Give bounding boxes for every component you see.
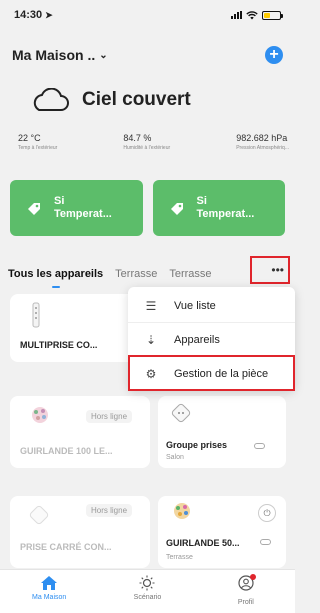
device-name: PRISE CARRÉ CON... xyxy=(20,542,112,552)
tab-terrasse[interactable]: Terrasse xyxy=(115,268,157,280)
sun-icon xyxy=(139,575,155,591)
plug-icon xyxy=(171,403,191,423)
stat-value: 84.7 % xyxy=(123,133,152,143)
cloud-icon xyxy=(33,88,69,111)
stat-pressure: 982.682 hPa Pression Atmosphériq... xyxy=(236,133,289,151)
device-card-guirlande-50[interactable]: ⏻ GUIRLANDE 50... Terrasse xyxy=(158,496,286,568)
device-room: Salon xyxy=(166,454,184,461)
group-icon xyxy=(254,443,265,449)
power-strip-icon xyxy=(32,302,40,328)
home-title: Ma Maison .. xyxy=(12,47,96,63)
battery-icon xyxy=(262,10,283,20)
device-card-groupe-prises[interactable]: Groupe prises Salon xyxy=(158,396,286,468)
nav-profile[interactable]: Profil xyxy=(197,570,295,613)
tab-all-devices[interactable]: Tous les appareils xyxy=(8,268,103,288)
room-tabs: Tous les appareils Terrasse Terrasse xyxy=(8,264,289,288)
group-icon xyxy=(260,539,271,545)
garland-icon xyxy=(32,407,48,423)
nav-home[interactable]: Ma Maison xyxy=(0,570,98,613)
stat-label: Temp à l'extérieur xyxy=(18,145,58,151)
nav-label: Profil xyxy=(237,599,254,606)
scene-line1: Si xyxy=(54,195,65,207)
bottom-nav: Ma Maison Scénario Profil xyxy=(0,569,295,613)
device-name: GUIRLANDE 100 LE... xyxy=(20,446,113,456)
device-card-prise-offline[interactable]: Hors ligne PRISE CARRÉ CON... xyxy=(10,496,150,568)
stat-temperature: 22 °C Temp à l'extérieur xyxy=(18,133,57,151)
offline-badge: Hors ligne xyxy=(86,410,133,423)
list-icon: ☰ xyxy=(145,298,157,313)
highlight-box xyxy=(128,355,295,391)
chevron-down-icon: ⌄ xyxy=(99,49,108,61)
device-name: GUIRLANDE 50... xyxy=(166,538,240,548)
location-arrow-icon: ➤ xyxy=(45,9,53,20)
scene-line1: Si xyxy=(196,195,207,207)
weather-panel: Ciel couvert xyxy=(30,88,191,112)
scene-shortcuts: Si Temperat... Si Temperat... xyxy=(10,180,285,236)
more-dots-icon: ••• xyxy=(271,263,284,277)
menu-item-list-view[interactable]: ☰ Vue liste xyxy=(128,289,295,322)
header: Ma Maison .. ⌄ + xyxy=(12,44,283,66)
stat-humidity: 84.7 % Humidité à l'extérieur xyxy=(123,133,170,151)
status-left: 14:30 ➤ xyxy=(14,9,53,21)
wifi-icon xyxy=(246,10,258,19)
device-name: MULTIPRISE CO... xyxy=(20,340,98,350)
home-selector[interactable]: Ma Maison .. ⌄ xyxy=(12,47,108,63)
device-card-multiprise[interactable]: MULTIPRISE CO... xyxy=(10,294,140,362)
menu-item-label: Vue liste xyxy=(174,299,216,312)
status-time: 14:30 xyxy=(14,9,43,21)
stat-label: Humidité à l'extérieur xyxy=(123,145,171,151)
home-icon xyxy=(41,576,58,590)
notification-dot xyxy=(249,574,256,580)
scene-label: Si Temperat... xyxy=(54,195,112,221)
status-right xyxy=(231,10,283,20)
tab-terrasse-2[interactable]: Terrasse xyxy=(169,268,211,280)
offline-badge: Hors ligne xyxy=(86,504,133,517)
signal-icon xyxy=(231,11,242,19)
weather-condition: Ciel couvert xyxy=(82,89,191,110)
menu-item-devices[interactable]: ⇣ Appareils xyxy=(128,323,295,356)
add-button[interactable]: + xyxy=(265,46,283,64)
status-bar: 14:30 ➤ xyxy=(0,0,295,30)
scene-card[interactable]: Si Temperat... xyxy=(152,180,285,236)
device-room: Terrasse xyxy=(166,554,193,561)
tag-icon xyxy=(28,203,40,215)
sort-list-icon: ⇣ xyxy=(145,332,157,347)
scene-label: Si Temperat... xyxy=(197,195,255,221)
nav-label: Scénario xyxy=(133,594,162,601)
profile-icon-wrap xyxy=(237,574,256,596)
stat-value: 982.682 hPa xyxy=(236,133,288,143)
menu-item-label: Appareils xyxy=(174,333,220,346)
nav-label: Ma Maison xyxy=(32,594,67,601)
nav-scenario[interactable]: Scénario xyxy=(98,570,196,613)
device-card-guirlande-offline[interactable]: Hors ligne GUIRLANDE 100 LE... xyxy=(10,396,150,468)
garland-icon xyxy=(174,503,190,519)
more-button[interactable]: ••• xyxy=(250,256,290,284)
scene-card[interactable]: Si Temperat... xyxy=(10,180,143,236)
stat-label: Pression Atmosphériq... xyxy=(236,145,289,151)
tag-icon xyxy=(170,203,183,215)
scene-line2: Temperat... xyxy=(196,208,255,220)
power-button[interactable]: ⏻ xyxy=(258,504,276,522)
plug-icon xyxy=(29,505,49,525)
device-name: Groupe prises xyxy=(166,440,228,450)
scene-line2: Temperat... xyxy=(54,208,112,220)
weather-stats: 22 °C Temp à l'extérieur 84.7 % Humidité… xyxy=(18,133,289,151)
stat-value: 22 °C xyxy=(18,133,41,143)
